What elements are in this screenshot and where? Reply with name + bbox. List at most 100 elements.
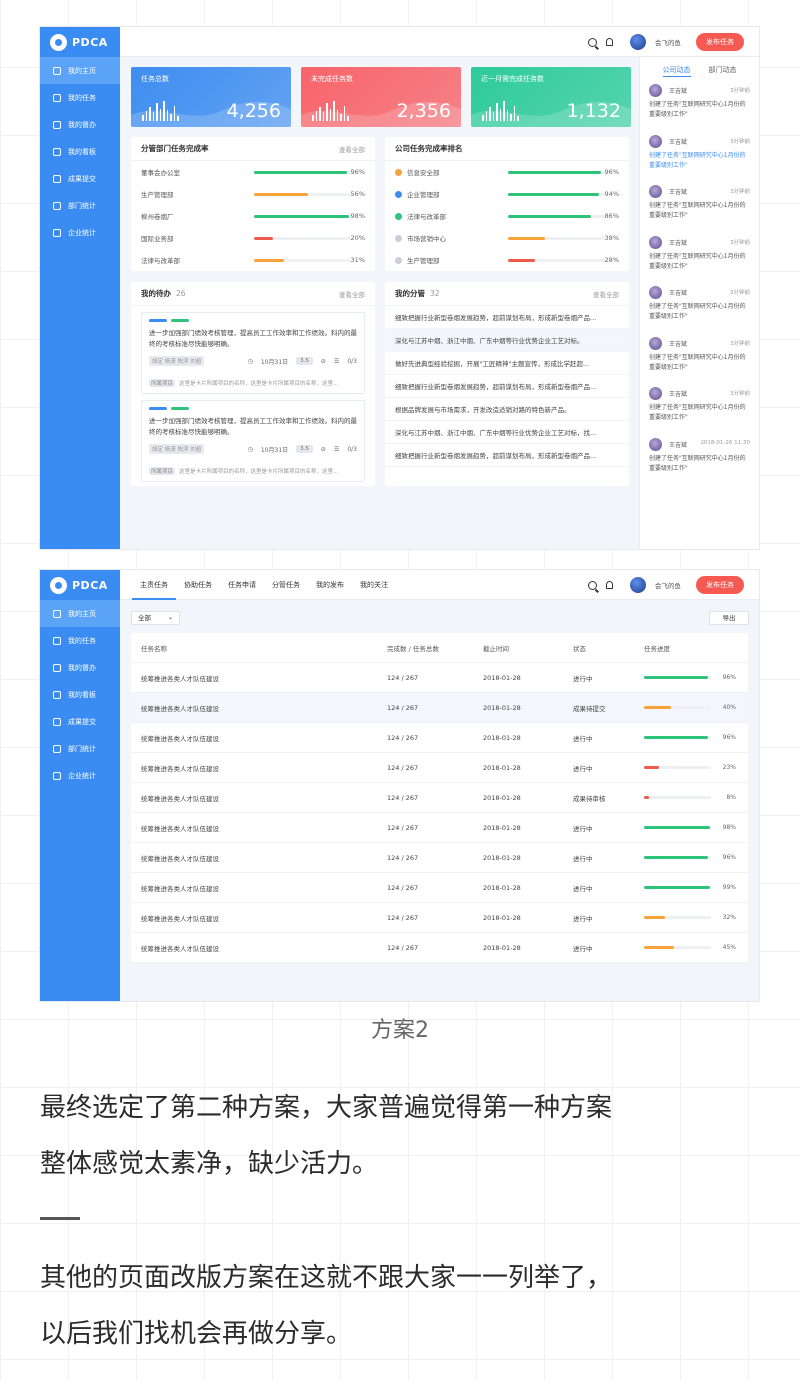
sidebar-item-4[interactable]: 成果提交 <box>40 708 120 735</box>
app-logo[interactable]: PDCA <box>40 570 120 600</box>
sidebar-item-1[interactable]: 我的任务 <box>40 84 120 111</box>
table-row[interactable]: 统筹推进各类人才队伍建设 124 / 267 2018-01-28 进行中 96% <box>131 663 748 693</box>
search-icon[interactable] <box>588 37 597 47</box>
progress-fill <box>253 258 284 262</box>
paragraph-2: 其他的页面改版方案在这就不跟大家一一列举了， 以后我们找机会再做分享。 <box>40 1263 613 1349</box>
bell-icon[interactable] <box>606 581 613 589</box>
feed-item[interactable]: 王吉斌 3分钟前 创建了任务"互联网研究中心1月份的重要级别工作" <box>640 229 759 280</box>
rank-row[interactable]: 法律与改革部 86% <box>385 205 629 227</box>
table-row[interactable]: 统筹推进各类人才队伍建设 124 / 267 2018-01-28 进行中 32% <box>131 903 748 933</box>
tab-3[interactable]: 分管任务 <box>264 570 308 600</box>
search-icon[interactable] <box>588 580 597 590</box>
stat-value: 1,132 <box>566 100 621 122</box>
tab-1[interactable]: 协助任务 <box>176 570 220 600</box>
todo-card[interactable]: 进一步加强部门绩效考核管理，提高员工工作效率和工作绩效。科内的最终的考核标准尽快… <box>141 312 365 394</box>
dept-row[interactable]: 国际业务部 20% <box>131 227 375 249</box>
avatar[interactable] <box>630 577 646 593</box>
dept-row[interactable]: 生产管理部 56% <box>131 183 375 205</box>
rank-row[interactable]: 信息安全部 96% <box>385 161 629 183</box>
task-name: 统筹推进各类人才队伍建设 <box>141 704 219 713</box>
table-row[interactable]: 统筹推进各类人才队伍建设 124 / 267 2018-01-28 进行中 23% <box>131 753 748 783</box>
tab-2[interactable]: 任务申请 <box>220 570 264 600</box>
card-title: 我的分管 <box>395 289 425 298</box>
sidebar-item-2[interactable]: 我的督办 <box>40 111 120 138</box>
rank-row[interactable]: 企业管理部 94% <box>385 183 629 205</box>
view-all-link[interactable]: 查看全部 <box>339 289 365 299</box>
feed-item[interactable]: 王吉斌 3分钟前 创建了任务"互联网研究中心1月份的重要级别工作" <box>640 77 759 128</box>
sidebar-item-6[interactable]: 企业统计 <box>40 219 120 246</box>
feed-tab-1[interactable]: 部门动态 <box>709 65 737 77</box>
sidebar-item-6[interactable]: 企业统计 <box>40 762 120 789</box>
task-deadline: 2018-01-28 <box>483 763 521 772</box>
tab-0[interactable]: 主责任务 <box>132 570 176 600</box>
sidebar-nav: 我的主页 我的任务 我的督办 我的看板 成果提交 部门统计 企业统计 <box>40 57 120 246</box>
table-row[interactable]: 统筹推进各类人才队伍建设 124 / 267 2018-01-28 进行中 96% <box>131 723 748 753</box>
sidebar-item-3[interactable]: 我的看板 <box>40 681 120 708</box>
task-name: 统筹推进各类人才队伍建设 <box>141 884 219 893</box>
sidebar-item-4[interactable]: 成果提交 <box>40 165 120 192</box>
todo-card[interactable]: 进一步加强部门绩效考核管理，提高员工工作效率和工作绩效。科内的最终的考核标准尽快… <box>141 400 365 482</box>
feed-item[interactable]: 王吉斌 2018-01-26 11:30 创建了任务"互联网研究中心1月份的重要级别… <box>640 431 759 482</box>
sidebar: PDCA 我的主页 我的任务 我的督办 我的看板 成果提交 部门统计 企业统计 <box>40 570 120 1001</box>
bell-icon[interactable] <box>606 38 613 46</box>
rank-row[interactable]: 生产管理部 28% <box>385 249 629 271</box>
attachment-icon[interactable]: ⊘ <box>321 446 326 453</box>
feed-item[interactable]: 王吉斌 3分钟前 创建了任务"互联网研究中心1月份的重要级别工作" <box>640 178 759 229</box>
publish-task-button[interactable]: 发布任务 <box>696 576 744 594</box>
user-name[interactable]: 会飞的鱼 <box>655 37 681 47</box>
medal-icon <box>395 168 402 176</box>
export-button[interactable]: 导出 <box>709 611 749 625</box>
row-name: 生产管理部 <box>395 255 508 265</box>
view-all-link[interactable]: 查看全部 <box>593 289 619 299</box>
sidebar-item-0[interactable]: 我的主页 <box>40 57 120 84</box>
row-label: 信息安全部 <box>407 169 440 177</box>
progress-track <box>644 856 711 859</box>
avatar[interactable] <box>630 34 646 50</box>
table-row[interactable]: 统筹推进各类人才队伍建设 124 / 267 2018-01-28 成果待提交 40% <box>131 693 748 723</box>
stat-card-1[interactable]: 未完成任务数 2,356 <box>301 67 461 127</box>
feed-item[interactable]: 王吉斌 3分钟前 创建了任务"互联网研究中心1月份的重要级别工作" <box>640 279 759 330</box>
task-table: 任务名称 完成数 / 任务总数 截止时间 状态 任务进度 统筹推进各类人才队伍建设 124… <box>131 633 748 963</box>
dept-row[interactable]: 柳州卷烟厂 98% <box>131 205 375 227</box>
filter-select[interactable]: 全部 ⌄ <box>131 611 180 625</box>
managed-row[interactable]: 深化与江苏中烟、浙江中烟、广东中烟等行业优势企业工艺对标。 <box>385 329 629 352</box>
view-all-link[interactable]: 查看全部 <box>339 144 365 154</box>
tab-4[interactable]: 我的发布 <box>308 570 352 600</box>
sidebar-item-2[interactable]: 我的督办 <box>40 654 120 681</box>
feed-user: 王吉斌 <box>669 340 688 348</box>
stat-card-2[interactable]: 近一月需完成任务数 1,132 <box>471 67 631 127</box>
table-row[interactable]: 统筹推进各类人才队伍建设 124 / 267 2018-01-28 成果待审核 8% <box>131 783 748 813</box>
sidebar-item-5[interactable]: 部门统计 <box>40 735 120 762</box>
table-row[interactable]: 统筹推进各类人才队伍建设 124 / 267 2018-01-28 进行中 45% <box>131 933 748 963</box>
table-row[interactable]: 统筹推进各类人才队伍建设 124 / 267 2018-01-28 进行中 96% <box>131 843 748 873</box>
dept-row[interactable]: 法律与改革部 31% <box>131 249 375 271</box>
stat-card-0[interactable]: 任务总数 4,256 <box>131 67 291 127</box>
task-status: 进行中 <box>573 764 593 773</box>
sidebar-item-1[interactable]: 我的任务 <box>40 627 120 654</box>
table-row[interactable]: 统筹推进各类人才队伍建设 124 / 267 2018-01-28 进行中 99% <box>131 873 748 903</box>
app-logo[interactable]: PDCA <box>40 27 120 57</box>
user-name[interactable]: 会飞的鱼 <box>655 580 681 590</box>
managed-row[interactable]: 深化与江苏中烟、浙江中烟、广东中烟等行业优势企业工艺对标，找... <box>385 421 629 444</box>
attachment-icon[interactable]: ⊘ <box>321 358 326 365</box>
sidebar-item-0[interactable]: 我的主页 <box>40 600 120 627</box>
task-status: 进行中 <box>573 734 593 743</box>
managed-row[interactable]: 根据品牌发展与市场需求，开发改造适销对路的特色新产品。 <box>385 398 629 421</box>
table-row[interactable]: 统筹推进各类人才队伍建设 124 / 267 2018-01-28 进行中 98% <box>131 813 748 843</box>
managed-row[interactable]: 细致把握行业新型卷烟发展趋势，超前谋划布局，形成新型卷烟产品... <box>385 375 629 398</box>
publish-task-button[interactable]: 发布任务 <box>696 33 744 51</box>
rank-row[interactable]: 市场营销中心 38% <box>385 227 629 249</box>
progress-track <box>644 706 711 709</box>
managed-row[interactable]: 细致把握行业新型卷烟发展趋势，超前谋划布局，形成新型卷烟产品... <box>385 444 629 467</box>
sidebar-item-3[interactable]: 我的看板 <box>40 138 120 165</box>
tab-5[interactable]: 我的关注 <box>352 570 396 600</box>
feed-item[interactable]: 王吉斌 3分钟前 创建了任务"互联网研究中心1月份的重要级别工作" <box>640 380 759 431</box>
dept-row[interactable]: 董事会办公室 96% <box>131 161 375 183</box>
managed-row[interactable]: 细致把握行业新型卷烟发展趋势，超前谋划布局，形成新型卷烟产品... <box>385 306 629 329</box>
managed-row[interactable]: 做好先进典型经验挖掘，开展"工匠精神"主题宣传，形成比学赶超... <box>385 352 629 375</box>
feed-tab-0[interactable]: 公司动态 <box>662 65 691 77</box>
feed-item[interactable]: 王吉斌 3分钟前 创建了任务"互联网研究中心1月份的重要级别工作" <box>640 128 759 179</box>
home-icon <box>53 609 61 618</box>
feed-item[interactable]: 王吉斌 3分钟前 创建了任务"互联网研究中心1月份的重要级别工作" <box>640 330 759 381</box>
sidebar-item-5[interactable]: 部门统计 <box>40 192 120 219</box>
